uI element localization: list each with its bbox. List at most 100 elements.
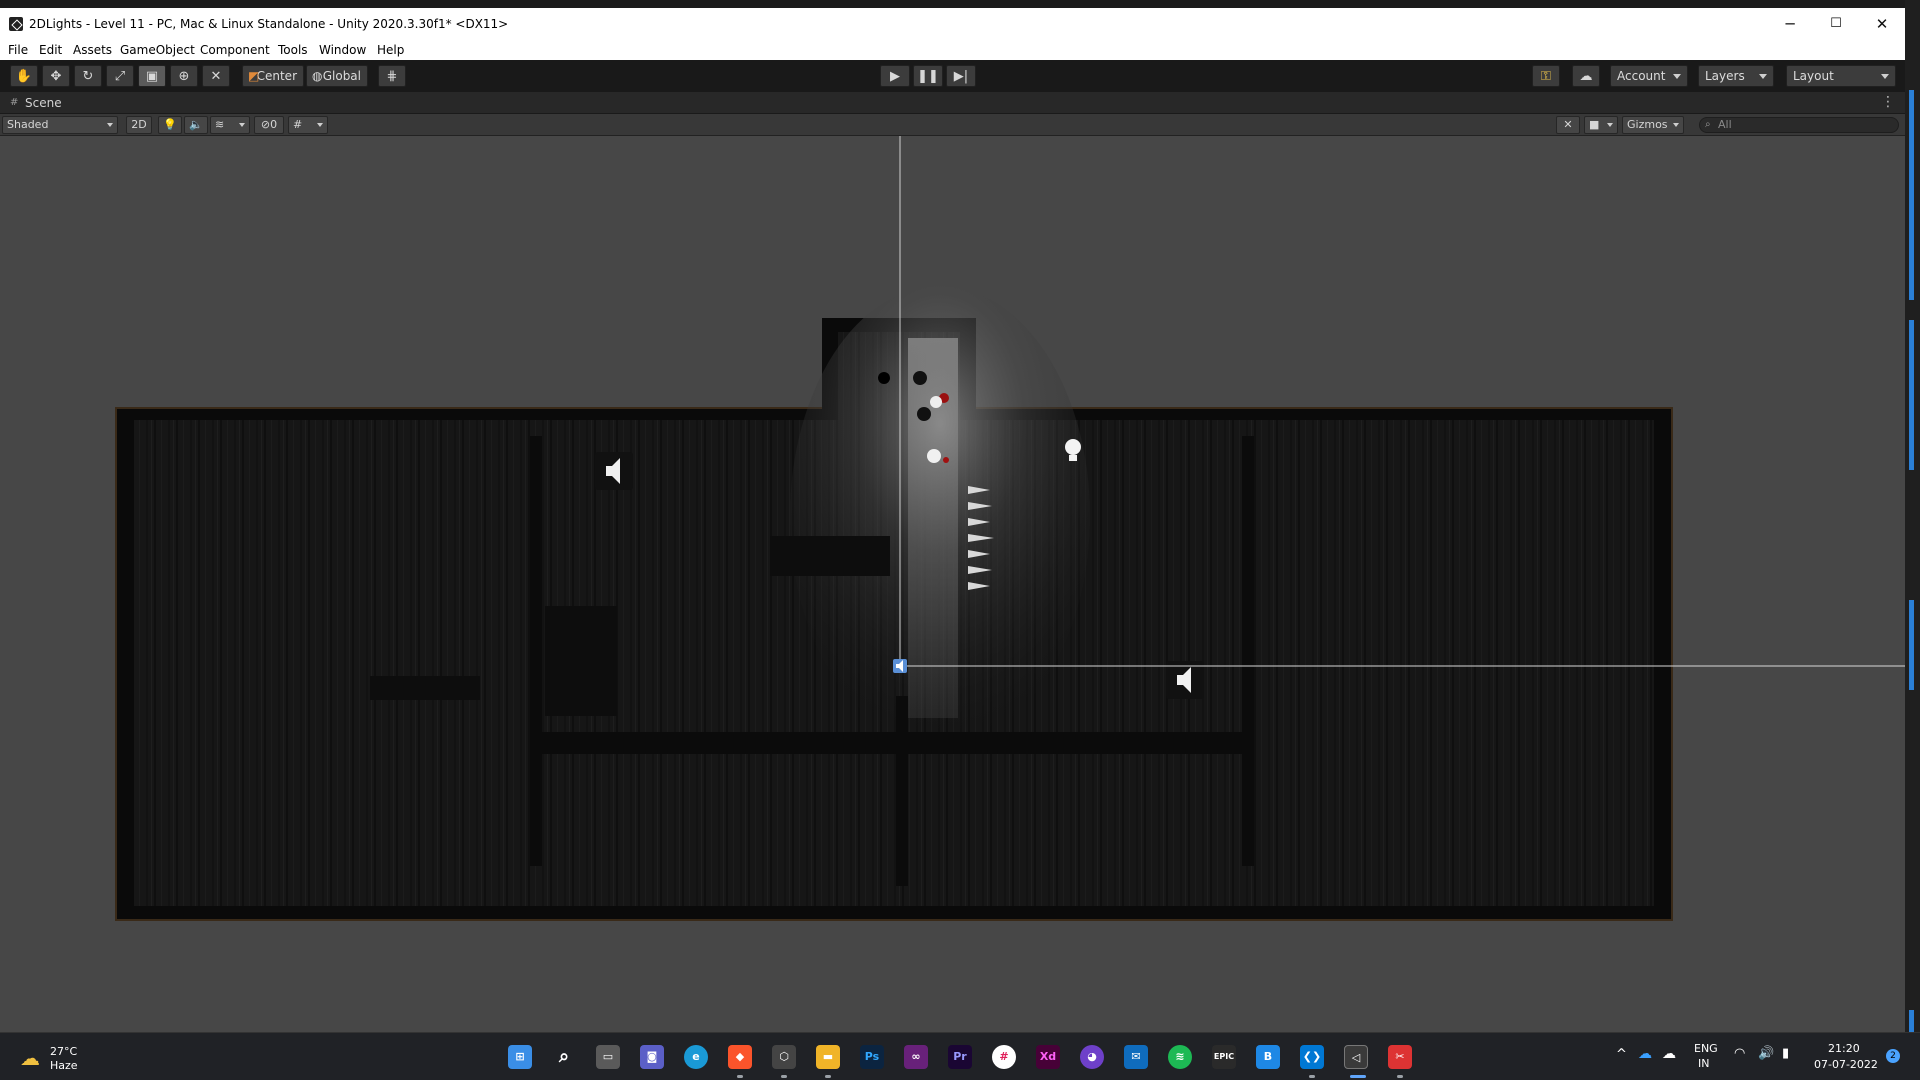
rotate-tool-button[interactable]: ↻ xyxy=(74,65,102,87)
move-tool-button[interactable]: ✥ xyxy=(42,65,70,87)
unity-hub-icon[interactable]: ⬡ xyxy=(772,1045,796,1069)
onedrive-icon[interactable]: ☁ xyxy=(1638,1046,1652,1062)
custom-tool-button[interactable]: ✕ xyxy=(202,65,230,87)
transform-tool-button[interactable]: ⊕ xyxy=(170,65,198,87)
scene-search-input[interactable]: All xyxy=(1699,117,1899,133)
taskbar: ☁ 27°C Haze ⊞ ⌕ ▭ ◙ e ◆ ⬡ ▬ Ps ∞ Pr # Xd… xyxy=(0,1032,1920,1080)
tab-scene[interactable]: Scene xyxy=(25,96,62,110)
space-global-button[interactable]: ◍ Global xyxy=(306,65,368,87)
layout-label: Layout xyxy=(1793,69,1834,83)
speaker-icon: 🔈 xyxy=(189,118,203,131)
play-button[interactable]: ▶ xyxy=(880,65,910,87)
hidden-objects-toggle[interactable]: ⊘0 xyxy=(254,116,284,134)
creature-sprite xyxy=(913,371,927,385)
grid-snap-button[interactable]: ⋕ xyxy=(378,65,406,87)
vscode-icon[interactable]: ❮❯ xyxy=(1300,1045,1324,1069)
spotify-icon[interactable]: ≋ xyxy=(1168,1045,1192,1069)
draw-mode-dropdown[interactable]: Shaded xyxy=(2,116,118,134)
volume-icon[interactable]: 🔊 xyxy=(1758,1046,1774,1061)
scene-view[interactable] xyxy=(0,136,1905,1032)
menu-gameobject[interactable]: GameObject xyxy=(120,43,195,57)
step-button[interactable]: ▶| xyxy=(946,65,976,87)
blood-splat xyxy=(943,457,949,463)
selected-audio-gizmo[interactable] xyxy=(893,659,907,673)
rect-tool-button[interactable]: ▣ xyxy=(138,65,166,87)
pause-button[interactable]: ❚❚ xyxy=(913,65,943,87)
draw-mode-label: Shaded xyxy=(7,118,49,131)
epic-games-icon[interactable]: EPIC xyxy=(1212,1045,1236,1069)
account-dropdown[interactable]: Account xyxy=(1610,65,1688,87)
cloud-button[interactable]: ☁ xyxy=(1572,65,1600,87)
space-label: Global xyxy=(322,69,361,83)
weather-temp: 27°C xyxy=(50,1045,78,1058)
grid-dropdown[interactable]: # xyxy=(288,116,328,134)
visual-studio-icon[interactable]: ∞ xyxy=(904,1045,928,1069)
audio-toggle[interactable]: 🔈 xyxy=(184,116,208,134)
wifi-icon[interactable]: ◠ xyxy=(1734,1046,1745,1061)
more-options-icon[interactable]: ⋮ xyxy=(1881,94,1895,110)
menu-help[interactable]: Help xyxy=(377,43,404,57)
lighting-toggle[interactable]: 💡 xyxy=(158,116,182,134)
cloud-sync-icon[interactable]: ☁ xyxy=(1662,1046,1676,1062)
battery-icon[interactable]: ▮ xyxy=(1782,1046,1789,1061)
scale-tool-button[interactable]: ⤢ xyxy=(106,65,134,87)
scene-tools-button[interactable]: ✕ xyxy=(1556,116,1580,134)
weather-widget[interactable]: ☁ 27°C Haze xyxy=(18,1043,108,1073)
grid-icon: # xyxy=(293,118,303,131)
maximize-button[interactable]: ☐ xyxy=(1813,8,1859,40)
clock-time[interactable]: 21:20 xyxy=(1828,1042,1860,1055)
move-icon: ✥ xyxy=(50,69,62,84)
camera-dropdown[interactable]: ■ xyxy=(1584,116,1618,134)
slack-icon[interactable]: # xyxy=(992,1045,1016,1069)
wall xyxy=(1242,436,1254,866)
brave-icon[interactable]: ◆ xyxy=(728,1045,752,1069)
menu-edit[interactable]: Edit xyxy=(39,43,62,57)
gizmos-dropdown[interactable]: Gizmos xyxy=(1622,116,1684,134)
app-b-icon[interactable]: B xyxy=(1256,1045,1280,1069)
layout-dropdown[interactable]: Layout xyxy=(1786,65,1896,87)
running-indicator xyxy=(781,1075,787,1078)
audio-source-gizmo[interactable] xyxy=(1166,661,1204,699)
layers-dropdown[interactable]: Layers xyxy=(1698,65,1774,87)
premiere-icon[interactable]: Pr xyxy=(948,1045,972,1069)
menu-file[interactable]: File xyxy=(8,43,28,57)
search-icon[interactable]: ⌕ xyxy=(552,1045,576,1069)
github-icon[interactable]: ◕ xyxy=(1080,1045,1104,1069)
effects-dropdown[interactable]: ≋ xyxy=(210,116,250,134)
notification-badge[interactable]: 2 xyxy=(1886,1049,1900,1063)
step-icon: ▶| xyxy=(953,69,969,84)
scene-grid-icon: # xyxy=(10,97,19,108)
photoshop-icon[interactable]: Ps xyxy=(860,1045,884,1069)
active-indicator xyxy=(1350,1075,1366,1078)
toggle-2d-button[interactable]: 2D xyxy=(126,116,152,134)
minimize-button[interactable]: ─ xyxy=(1767,8,1813,40)
tray-overflow-icon[interactable]: ^ xyxy=(1616,1047,1627,1062)
pivot-center-button[interactable]: ◩ Center xyxy=(242,65,304,87)
snipping-tool-icon[interactable]: ✂ xyxy=(1388,1045,1412,1069)
mail-icon[interactable]: ✉ xyxy=(1124,1045,1148,1069)
collab-button[interactable]: ⚿ xyxy=(1532,65,1560,87)
gizmos-label: Gizmos xyxy=(1627,118,1668,131)
menu-tools[interactable]: Tools xyxy=(278,43,308,57)
accent-mark xyxy=(1909,320,1914,470)
teams-chat-icon[interactable]: ◙ xyxy=(640,1045,664,1069)
scene-canvas[interactable] xyxy=(0,136,1905,1032)
audio-source-gizmo[interactable] xyxy=(595,452,633,490)
menu-assets[interactable]: Assets xyxy=(73,43,112,57)
hand-icon: ✋ xyxy=(15,69,33,84)
globe-icon: ◍ xyxy=(312,69,323,83)
unity-editor-icon[interactable]: ◁ xyxy=(1344,1045,1368,1069)
menu-component[interactable]: Component xyxy=(200,43,270,57)
edge-icon[interactable]: e xyxy=(684,1045,708,1069)
adobe-xd-icon[interactable]: Xd xyxy=(1036,1045,1060,1069)
file-explorer-icon[interactable]: ▬ xyxy=(816,1045,840,1069)
start-icon[interactable]: ⊞ xyxy=(508,1045,532,1069)
close-button[interactable]: ✕ xyxy=(1859,8,1905,40)
task-view-icon[interactable]: ▭ xyxy=(596,1045,620,1069)
rotate-icon: ↻ xyxy=(82,69,94,84)
right-edge-strip xyxy=(1905,0,1920,1032)
hand-tool-button[interactable]: ✋ xyxy=(10,65,38,87)
language-top[interactable]: ENG xyxy=(1694,1042,1718,1055)
menu-window[interactable]: Window xyxy=(319,43,366,57)
dark-orb xyxy=(878,372,890,384)
